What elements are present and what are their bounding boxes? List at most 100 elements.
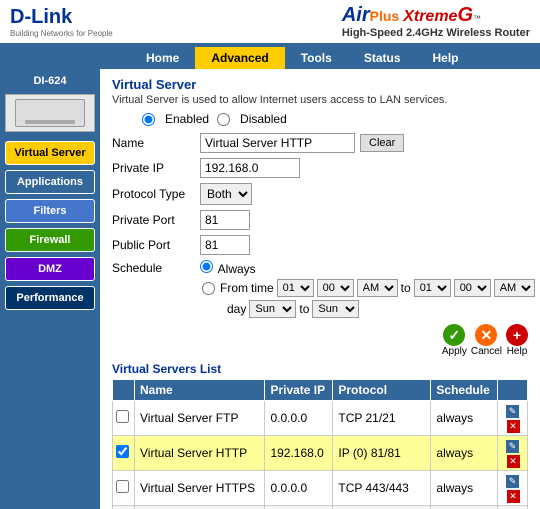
sidebar-item-firewall[interactable]: Firewall [5,228,95,252]
help-icon: + [506,324,528,346]
action-bar: ✓ Apply ✕ Cancel + Help [112,324,528,357]
row-schedule: always [431,436,498,471]
enable-disable-row: Enabled Disabled [142,112,528,126]
row-edit-delete[interactable]: ✎ ✕ [498,471,528,506]
to-hour-select[interactable]: 01 [414,279,451,297]
apply-icon: ✓ [443,324,465,346]
to-ampm-select[interactable]: AMPM [494,279,535,297]
table-row: Virtual Server HTTPS 0.0.0.0 TCP 443/443… [113,471,528,506]
row-checkbox[interactable] [116,480,129,493]
edit-icon[interactable]: ✎ [506,405,519,418]
enabled-label: Enabled [165,112,209,126]
sidebar-item-performance[interactable]: Performance [5,286,95,310]
row-schedule: always [431,401,498,436]
airplus-desc: High-Speed 2.4GHz Wireless Router [342,27,530,39]
row-protocol: IP (0) 81/81 [333,436,431,471]
row-checkbox-cell[interactable] [113,436,135,471]
protocol-label: Protocol Type [112,187,200,201]
from-label: From [220,281,248,295]
help-label: Help [507,346,528,357]
cancel-button[interactable]: ✕ Cancel [471,324,502,357]
g-text: G [457,4,473,27]
row-name: Virtual Server HTTP [135,436,265,471]
cancel-icon: ✕ [475,324,497,346]
from-ampm-select[interactable]: AMPM [357,279,398,297]
air-text: Air [342,4,370,27]
from-day-select[interactable]: SunMonTueWedThuFriSat [249,300,296,318]
col-name: Name [135,380,265,401]
clear-button[interactable]: Clear [360,134,404,152]
row-schedule: always [431,506,498,509]
dlink-brand: D-Link [10,6,72,29]
to-min-select[interactable]: 00 [454,279,491,297]
radio-enabled[interactable] [142,113,155,126]
row-checkbox[interactable] [116,410,129,423]
private-port-label: Private Port [112,213,200,227]
row-name: Virtual Server DNS [135,506,265,509]
plus-text: Plus [370,8,400,24]
edit-icon[interactable]: ✎ [506,440,519,453]
tab-home[interactable]: Home [130,47,195,69]
row-ip: 0.0.0.0 [265,401,333,436]
private-port-row: Private Port [112,210,528,230]
apply-button[interactable]: ✓ Apply [442,324,467,357]
col-schedule: Schedule [431,380,498,401]
always-label: Always [218,262,256,276]
to-day-select[interactable]: SunMonTueWedThuFriSat [312,300,359,318]
private-ip-label: Private IP [112,161,200,175]
vserver-table: Name Private IP Protocol Schedule Virtua… [112,379,528,509]
name-row: Name Clear [112,133,528,153]
row-edit-delete[interactable]: ✎ ✕ [498,401,528,436]
row-protocol: UDP 53/53 [333,506,431,509]
schedule-from-row: From time 01 00 AMPM to 01 00 AMPM [202,279,528,297]
sidebar-item-applications[interactable]: Applications [5,170,95,194]
delete-icon[interactable]: ✕ [507,420,520,433]
radio-always[interactable] [200,260,213,273]
public-port-input[interactable] [200,235,250,255]
name-input[interactable] [200,133,355,153]
private-port-input[interactable] [200,210,250,230]
tab-status[interactable]: Status [348,47,417,69]
nav-tabs: Home Advanced Tools Status Help [0,45,540,69]
tab-help[interactable]: Help [417,47,475,69]
row-checkbox-cell[interactable] [113,401,135,436]
device-info: DI-624 [5,75,95,87]
day-label: day [227,302,246,316]
row-ip: 0.0.0.0 [265,471,333,506]
sidebar-item-dmz[interactable]: DMZ [5,257,95,281]
tab-advanced[interactable]: Advanced [195,47,284,69]
sidebar-item-virtual-server[interactable]: Virtual Server [5,141,95,165]
protocol-select[interactable]: Both TCP UDP [200,183,252,205]
tab-tools[interactable]: Tools [285,47,348,69]
tm-text: ™ [473,14,481,23]
row-edit-delete[interactable]: ✎ ✕ [498,506,528,509]
table-row: Virtual Server HTTP 192.168.0 IP (0) 81/… [113,436,528,471]
row-protocol: TCP 21/21 [333,401,431,436]
row-checkbox-cell[interactable] [113,471,135,506]
radio-disabled[interactable] [217,113,230,126]
row-checkbox-cell[interactable] [113,506,135,509]
sidebar-item-filters[interactable]: Filters [5,199,95,223]
xtreme-text: Xtreme [403,8,457,26]
col-protocol: Protocol [333,380,431,401]
schedule-label: Schedule [112,261,200,275]
delete-icon[interactable]: ✕ [507,490,520,503]
delete-icon[interactable]: ✕ [507,455,520,468]
from-min-select[interactable]: 00 [317,279,354,297]
edit-icon[interactable]: ✎ [506,475,519,488]
protocol-row: Protocol Type Both TCP UDP [112,183,528,205]
row-name: Virtual Server HTTPS [135,471,265,506]
public-port-label: Public Port [112,238,200,252]
row-edit-delete[interactable]: ✎ ✕ [498,436,528,471]
airplus-logo: Air Plus Xtreme G ™ High-Speed 2.4GHz Wi… [342,4,530,39]
public-port-row: Public Port [112,235,528,255]
cancel-label: Cancel [471,346,502,357]
help-button[interactable]: + Help [506,324,528,357]
table-row: Virtual Server FTP 0.0.0.0 TCP 21/21 alw… [113,401,528,436]
private-ip-row: Private IP [112,158,528,178]
private-ip-input[interactable] [200,158,300,178]
row-protocol: TCP 443/443 [333,471,431,506]
radio-from[interactable] [202,282,215,295]
from-hour-select[interactable]: 01 [277,279,314,297]
row-checkbox[interactable] [116,445,129,458]
